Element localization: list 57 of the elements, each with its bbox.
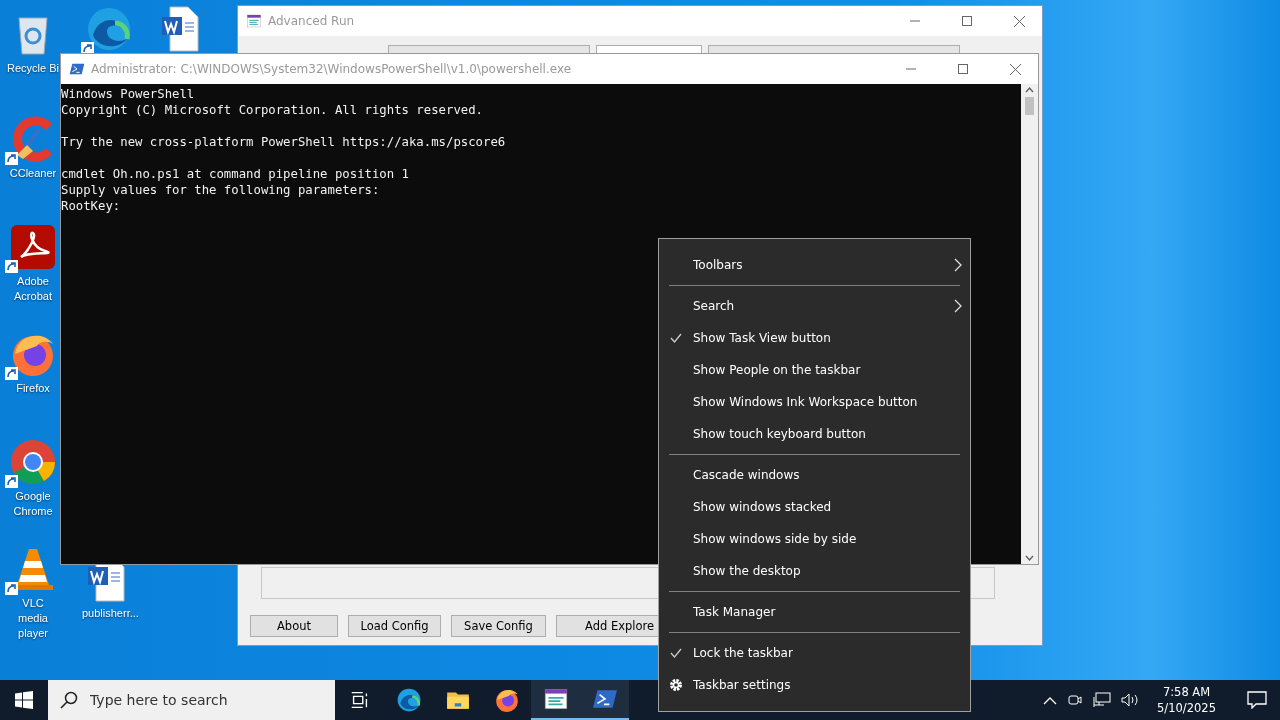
- windows-logo-icon: [15, 691, 33, 709]
- console-line: Try the new cross-platform PowerShell https://aka.ms/pscore6: [61, 134, 507, 150]
- desktop-icon-label[interactable]: Recycle Bi: [7, 61, 59, 76]
- edge-icon: [85, 5, 133, 53]
- chevron-up-icon[interactable]: [1043, 695, 1058, 705]
- window-title: Advanced Run: [268, 14, 356, 28]
- search-bar[interactable]: Type here to search: [48, 680, 335, 720]
- volume-icon[interactable]: [1121, 692, 1140, 708]
- menu-item[interactable]: Cascade windows: [659, 459, 970, 491]
- window-icon: [542, 686, 569, 712]
- powershell-icon: [69, 61, 85, 77]
- chevron-right-icon: [954, 299, 962, 313]
- console-line: Supply values for the following parameters:: [61, 182, 381, 198]
- network-icon[interactable]: [1093, 692, 1112, 708]
- acrobat-icon: [9, 223, 57, 271]
- desktop-icon-label[interactable]: Adobe Acrobat: [7, 274, 59, 304]
- taskbar-app-button[interactable]: [531, 680, 580, 720]
- dialog-button[interactable]: Save Config: [451, 615, 546, 637]
- scrollbar-thumb[interactable]: [1025, 97, 1034, 115]
- dialog-button[interactable]: About: [250, 615, 338, 637]
- camera-icon[interactable]: [1067, 692, 1084, 708]
- menu-item[interactable]: Show windows stacked: [659, 491, 970, 523]
- console-line: cmdlet Oh.no.ps1 at command pipeline position 1: [61, 166, 410, 182]
- menu-item[interactable]: Taskbar settings: [659, 669, 970, 701]
- maximize-icon: [962, 16, 972, 26]
- menu-item[interactable]: Show touch keyboard button: [659, 418, 970, 450]
- close-icon: [1009, 63, 1021, 75]
- desktop-icon-label[interactable]: VLC media player: [7, 596, 59, 641]
- console-line: Windows PowerShell: [61, 86, 196, 102]
- chevron-right-icon: [954, 258, 962, 272]
- edge-icon: [395, 687, 422, 713]
- chrome-icon: [9, 438, 57, 486]
- maximize-icon: [958, 64, 968, 74]
- menu-item[interactable]: Toolbars: [659, 249, 970, 281]
- search-icon: [60, 691, 78, 709]
- search-field[interactable]: Type here to search: [88, 691, 312, 709]
- desktop-icon-label[interactable]: CCleaner: [9, 166, 57, 181]
- desktop-icon-label[interactable]: Firefox: [16, 381, 50, 396]
- dialog-button[interactable]: Load Config: [348, 615, 441, 637]
- menu-item[interactable]: Show windows side by side: [659, 523, 970, 555]
- console-line: RootKey:: [61, 198, 122, 214]
- clock[interactable]: 7:58 AM 5/10/2025: [1149, 684, 1224, 716]
- firefox-icon: [493, 687, 520, 713]
- window-icon: [246, 13, 262, 29]
- close-icon: [1013, 15, 1025, 27]
- menu-item[interactable]: Show Task View button: [659, 322, 970, 354]
- menu-item[interactable]: Lock the taskbar: [659, 637, 970, 669]
- menu-item[interactable]: Show the desktop: [659, 555, 970, 587]
- desktop-icon-label[interactable]: Google Chrome: [7, 489, 59, 519]
- scrollbar[interactable]: [1021, 84, 1038, 564]
- taskbar-app-button[interactable]: [580, 680, 629, 720]
- menu-item[interactable]: Show People on the taskbar: [659, 354, 970, 386]
- console-line: Copyright (C) Microsoft Corporation. All rights reserved.: [61, 102, 484, 118]
- settings-icon: [669, 678, 683, 692]
- menu-item[interactable]: Show Windows Ink Workspace button: [659, 386, 970, 418]
- window-title: Administrator: C:\WINDOWS\System32\WindowsPowerShell\v1.0\powershell.exe: [91, 62, 573, 76]
- menu-item[interactable]: Search: [659, 290, 970, 322]
